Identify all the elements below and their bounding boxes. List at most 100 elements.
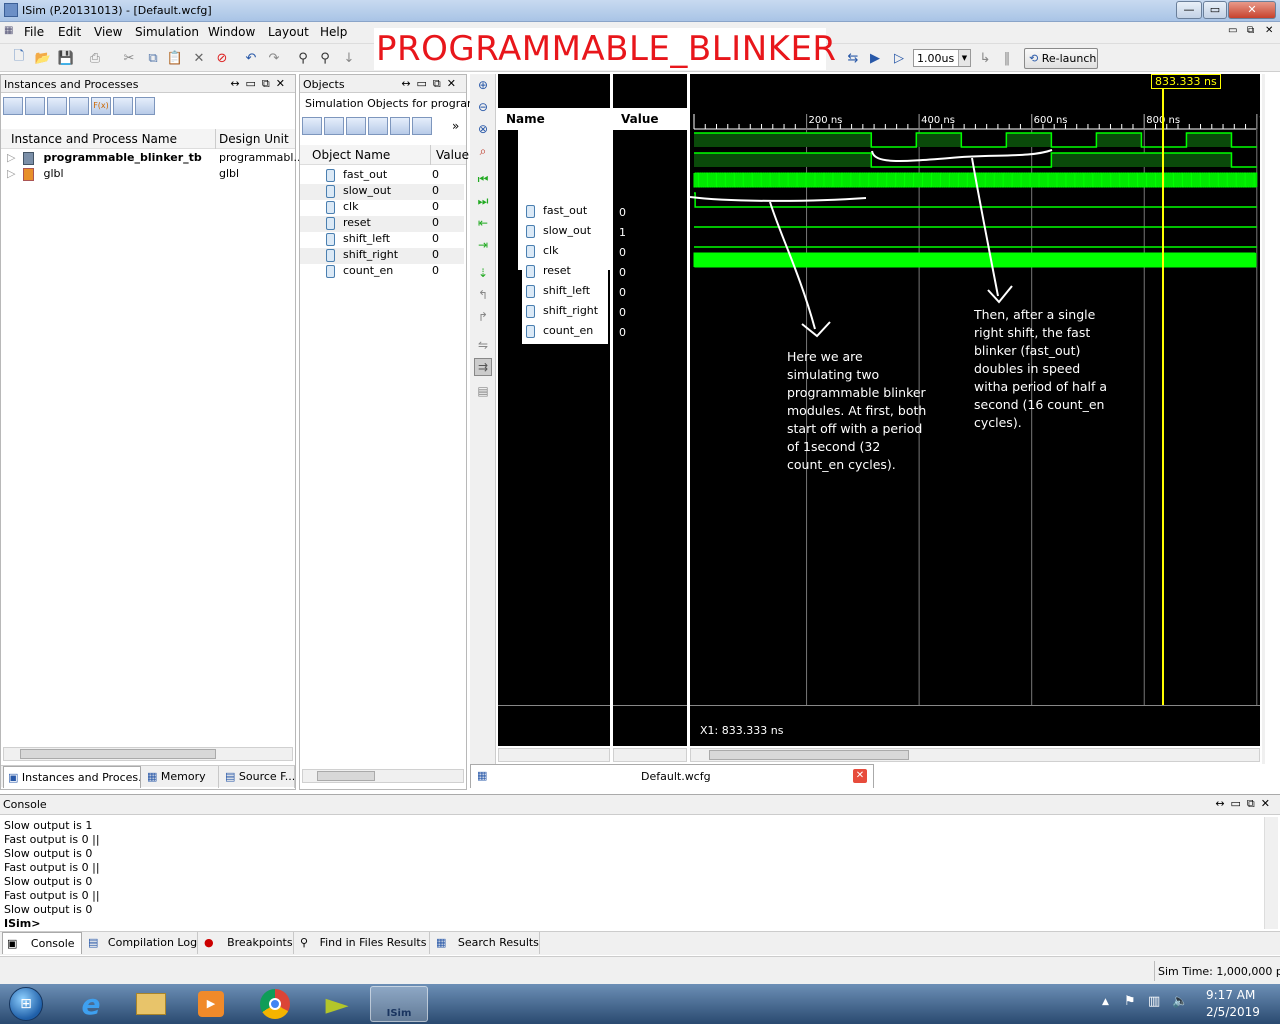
module-filter-icon[interactable] [25, 97, 45, 115]
minimize-button[interactable]: — [1176, 1, 1202, 19]
goto-end-icon[interactable]: ⏭ [474, 192, 492, 210]
values-h-scrollbar[interactable] [613, 748, 687, 762]
console-v-scrollbar[interactable] [1264, 817, 1278, 929]
prev-marker-icon[interactable]: ↰ [474, 286, 492, 304]
instance-filter-icon[interactable] [3, 97, 23, 115]
stop-icon[interactable]: ⊘ [213, 49, 231, 67]
tab-find-in-files[interactable]: ⚲ Find in Files Results [296, 932, 430, 954]
relaunch-button[interactable]: ⟲ Re-launch [1024, 48, 1098, 69]
mdi-close-icon[interactable]: ✕ [1265, 25, 1273, 36]
maximize-button[interactable]: ▭ [1203, 1, 1227, 19]
snap-transition-icon[interactable]: ⇉ [474, 358, 492, 376]
run-for-time-icon[interactable]: ▷ [890, 49, 908, 67]
zoom-fit-icon[interactable]: ⊗ [474, 120, 492, 138]
wave-signal-name[interactable]: shift_left [522, 284, 608, 304]
floating-ruler-icon[interactable]: ▤ [474, 382, 492, 400]
taskbar-xilinx[interactable]: ► [308, 986, 366, 1022]
object-row[interactable]: count_en 0 [300, 264, 464, 280]
run-all-icon[interactable]: ▶ [866, 49, 884, 67]
run-time-field[interactable]: 1.00us ▼ [913, 49, 971, 67]
tab-memory[interactable]: ▦ Memory [143, 766, 219, 788]
restart-icon[interactable]: ⇆ [844, 49, 862, 67]
input-filter-icon[interactable] [302, 117, 322, 135]
tab-console[interactable]: ▣ Console [2, 932, 82, 954]
waveform-canvas[interactable]: 200 ns400 ns600 ns800 ns1,0 833.333 ns H… [690, 74, 1260, 746]
constant-filter-icon[interactable] [390, 117, 410, 135]
menu-edit[interactable]: Edit [58, 25, 81, 39]
objects-h-scrollbar[interactable] [302, 769, 464, 783]
tab-breakpoints[interactable]: ● Breakpoints [200, 932, 294, 954]
more-icon[interactable]: » [452, 119, 459, 133]
new-file-icon[interactable]: 🗋 [10, 49, 28, 67]
close-button[interactable]: ✕ [1228, 1, 1276, 19]
wave-signal-name[interactable]: clk [522, 244, 608, 264]
action-center-icon[interactable]: ⚑ [1124, 994, 1136, 1009]
zoom-cursor-icon[interactable]: ⌕ [474, 142, 492, 160]
tab-instances[interactable]: ▣ Instances and Proces... [3, 766, 141, 788]
names-h-scrollbar[interactable] [498, 748, 610, 762]
menu-help[interactable]: Help [320, 25, 347, 39]
swap-cursors-icon[interactable]: ⇋ [474, 336, 492, 354]
next-marker-icon[interactable]: ↱ [474, 308, 492, 326]
break-icon[interactable]: ‖ [998, 49, 1016, 67]
show-hidden-icons[interactable]: ▲ [1102, 997, 1109, 1007]
redo-icon[interactable]: ↷ [265, 49, 283, 67]
tab-default-wcfg[interactable]: ▦ Default.wcfg ✕ [470, 764, 874, 788]
instance-row[interactable]: ▷ programmable_blinker_tb programmabl... [7, 151, 304, 167]
refresh-filter-icon[interactable] [135, 97, 155, 115]
expand-icon[interactable]: ▷ [7, 151, 15, 164]
prev-transition-icon[interactable]: ⇤ [474, 214, 492, 232]
taskbar-media-player[interactable]: ▶ [182, 986, 240, 1022]
wave-h-scrollbar[interactable] [690, 748, 1260, 762]
wave-signal-name[interactable]: count_en [522, 324, 608, 344]
panel-controls-icon[interactable]: ↔▭⧉✕ [230, 77, 291, 91]
undo-icon[interactable]: ↶ [242, 49, 260, 67]
object-row[interactable]: shift_left 0 [300, 232, 464, 248]
copy-icon[interactable]: ⧉ [144, 49, 162, 67]
taskbar-explorer[interactable] [122, 986, 180, 1022]
instance-row[interactable]: ▷ glbl glbl [7, 167, 295, 183]
network-icon[interactable]: ▥ [1148, 994, 1160, 1009]
goto-start-icon[interactable]: ⏮ [474, 170, 492, 188]
cut-icon[interactable]: ✂ [120, 49, 138, 67]
save-icon[interactable]: 💾 [57, 49, 75, 67]
next-transition-icon[interactable]: ⇥ [474, 236, 492, 254]
menu-view[interactable]: View [94, 25, 122, 39]
find-icon[interactable]: ⚲ [294, 49, 312, 67]
taskbar-chrome[interactable] [246, 986, 304, 1022]
print-icon[interactable]: ⎙ [86, 49, 104, 67]
menu-layout[interactable]: Layout [268, 25, 309, 39]
object-row[interactable]: reset 0 [300, 216, 464, 232]
taskbar-isim[interactable]: ISim [370, 986, 428, 1022]
delete-icon[interactable]: ✕ [190, 49, 208, 67]
menu-simulation[interactable]: Simulation [135, 25, 199, 39]
mdi-restore-icon[interactable]: ⧉ [1247, 25, 1254, 36]
object-row[interactable]: clk 0 [300, 200, 464, 216]
menu-window[interactable]: Window [208, 25, 255, 39]
chevron-down-icon[interactable]: ▼ [958, 50, 970, 66]
tab-compilation-log[interactable]: ▤ Compilation Log [84, 932, 198, 954]
wave-signal-name[interactable]: shift_right [522, 304, 608, 324]
down-arrow-icon[interactable]: ↓ [340, 49, 358, 67]
variable-filter-icon[interactable] [412, 117, 432, 135]
object-row[interactable]: slow_out 0 [300, 184, 464, 200]
zoom-out-icon[interactable]: ⊖ [474, 98, 492, 116]
zoom-in-icon[interactable]: ⊕ [474, 76, 492, 94]
output-filter-icon[interactable] [324, 117, 344, 135]
start-button[interactable]: ⊞ [2, 986, 50, 1022]
add-marker-icon[interactable]: ⇣ [474, 264, 492, 282]
console-prompt[interactable]: ISim> [4, 917, 40, 930]
open-folder-icon[interactable]: 📂 [34, 49, 52, 67]
task-filter-icon[interactable] [113, 97, 133, 115]
expand-icon[interactable]: ▷ [7, 167, 15, 180]
menu-app-icon[interactable]: ▦ [4, 25, 13, 36]
list-filter-icon[interactable] [47, 97, 67, 115]
wave-signal-name[interactable]: fast_out [522, 204, 608, 224]
step-icon[interactable]: ↳ [976, 49, 994, 67]
find-in-files-icon[interactable]: ⚲ [316, 49, 334, 67]
volume-icon[interactable]: 🔈 [1172, 994, 1188, 1009]
wave-signal-name[interactable]: slow_out [522, 224, 608, 244]
object-row[interactable]: shift_right 0 [300, 248, 464, 264]
tab-source-files[interactable]: ▤ Source F... [221, 766, 295, 788]
menu-file[interactable]: File [24, 25, 44, 39]
